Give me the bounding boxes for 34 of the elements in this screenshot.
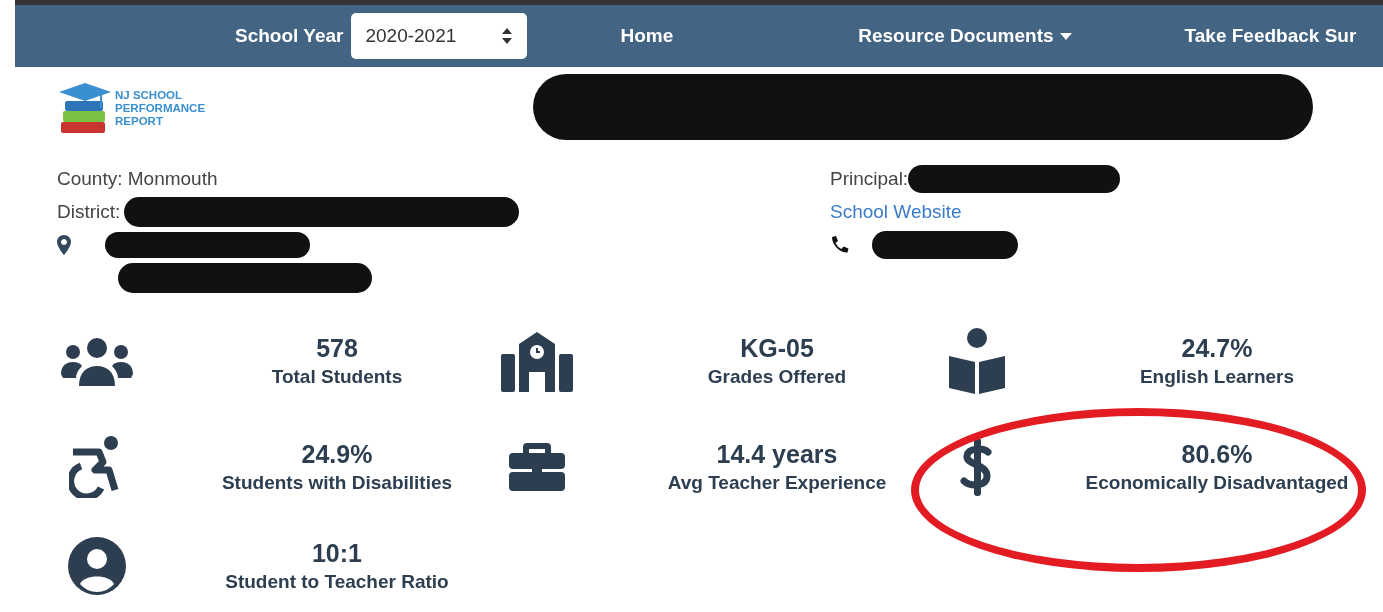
dollar-icon xyxy=(960,436,994,498)
principal-label: Principal: xyxy=(830,167,909,190)
stat-value: 14.4 years xyxy=(716,439,838,470)
stat-label: Student to Teacher Ratio xyxy=(225,570,449,594)
stat-label: Grades Offered xyxy=(707,365,847,389)
stat-label: Economically Disadvantaged xyxy=(1085,471,1349,495)
reader-book-icon xyxy=(947,328,1007,394)
logo-books-icon xyxy=(57,80,113,136)
nav-link[interactable]: Take Feedback Sur xyxy=(1184,25,1357,47)
stat-label: Total Students xyxy=(271,365,403,389)
district-label: District: xyxy=(57,200,121,223)
stat-label: Avg Teacher Experience xyxy=(667,471,887,495)
school-year-select[interactable]: 2020-2021 xyxy=(351,13,528,59)
stat-value: 80.6% xyxy=(1181,439,1253,470)
stat-value: 24.9% xyxy=(301,439,373,470)
group-icon xyxy=(61,336,133,386)
school-year-label: School Year xyxy=(235,25,344,47)
sort-arrows-icon xyxy=(501,27,514,45)
stat-label: Students with Disabilities xyxy=(221,471,453,495)
user-circle-icon xyxy=(68,537,126,595)
stat-value: 10:1 xyxy=(311,538,362,569)
map-pin-icon xyxy=(57,234,71,255)
dropdown-menu[interactable]: Resource Documents xyxy=(858,25,1072,47)
stat-value: 24.7% xyxy=(1181,333,1253,364)
county-text: County: Monmouth xyxy=(57,167,218,190)
stat-label: English Learners xyxy=(1139,365,1295,389)
logo-text: NJ SCHOOL PERFORMANCE REPORT xyxy=(115,88,206,128)
stat-value: 578 xyxy=(316,333,358,364)
nav-link[interactable]: Home xyxy=(620,25,674,47)
school-website-link[interactable]: School Website xyxy=(830,200,962,223)
school-building-icon xyxy=(501,330,573,392)
stat-value: KG-05 xyxy=(740,333,814,364)
briefcase-icon xyxy=(509,443,565,491)
phone-icon xyxy=(830,234,850,255)
